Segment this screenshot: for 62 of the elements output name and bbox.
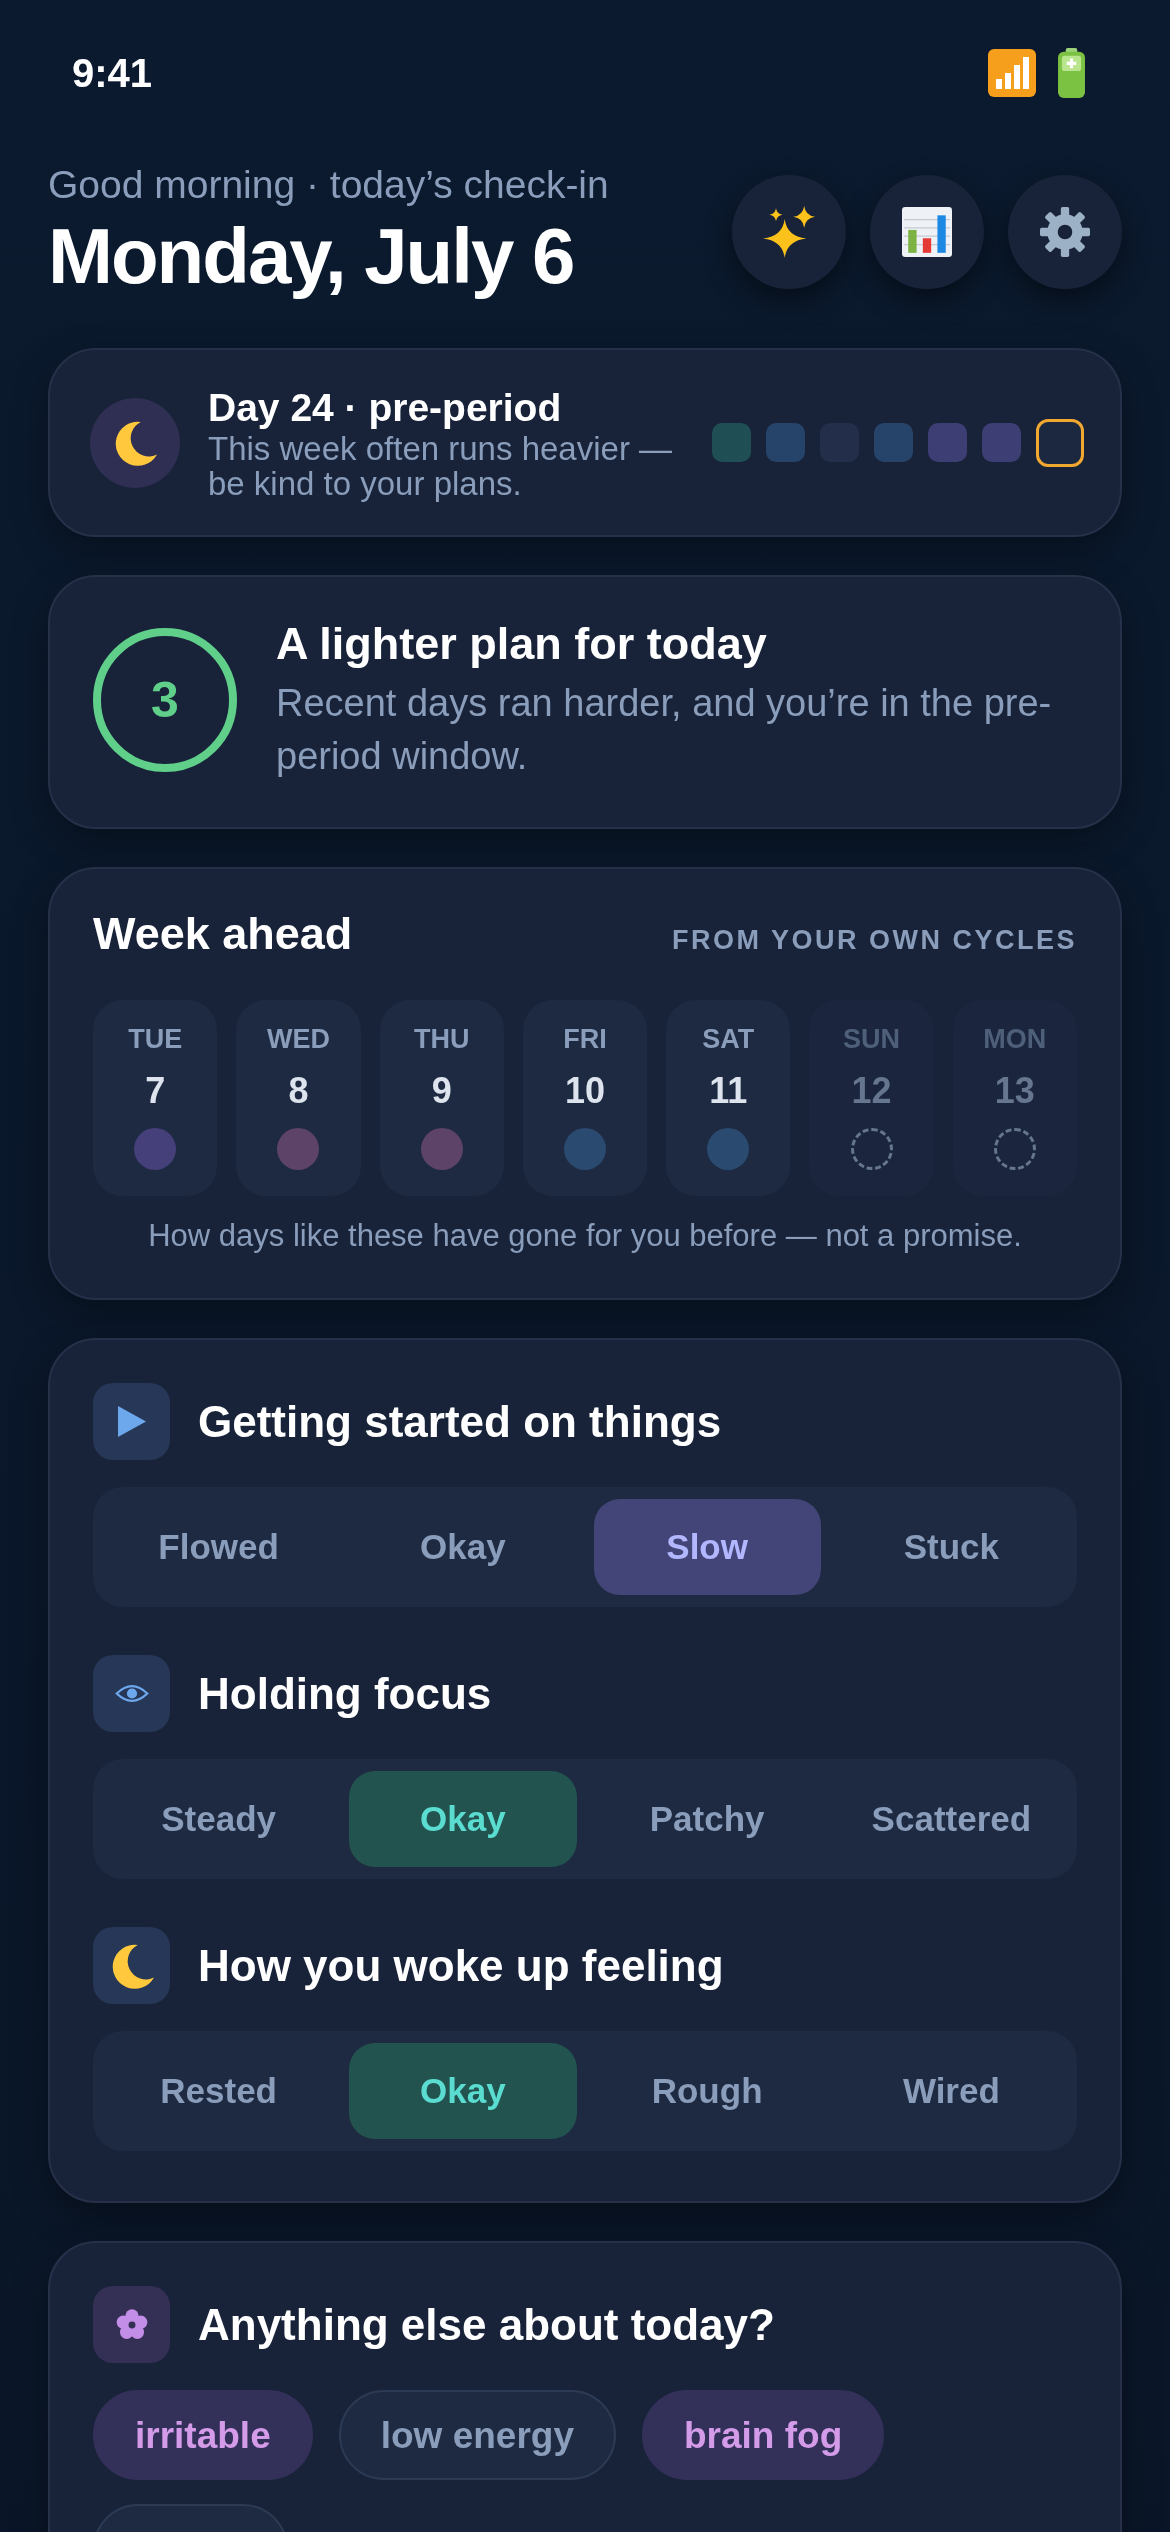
cycle-note: This week often runs heavier — be kind to your plans. [208, 430, 674, 501]
tag-chip[interactable]: irritable [93, 2390, 313, 2480]
weekday-label: THU [413, 1024, 470, 1055]
day-tile[interactable]: TUE 7 [93, 1000, 218, 1196]
day-tile[interactable]: THU 9 [379, 1000, 504, 1196]
answer-option[interactable]: Patchy [593, 1771, 821, 1867]
answer-option[interactable]: Flowed [105, 1499, 333, 1595]
question-title: Anything else about today? [198, 2299, 775, 2351]
day-tile[interactable]: FRI 10 [522, 1000, 648, 1196]
dashed-circle-icon [993, 1128, 1036, 1170]
weekday-label: MON [983, 1024, 1047, 1055]
answer-option[interactable]: Stuck [837, 1499, 1065, 1595]
cycle-title: Day 24 · pre-period [208, 384, 563, 431]
answer-option[interactable]: Wired [837, 2043, 1065, 2139]
date-label: 7 [145, 1070, 166, 1112]
date-label: 13 [994, 1070, 1035, 1112]
tag-chip[interactable]: low energy [338, 2390, 616, 2480]
weekday-label: SUN [843, 1024, 901, 1055]
answer-option[interactable]: Okay [349, 1771, 577, 1867]
date-label: 9 [431, 1070, 452, 1112]
day-tile[interactable]: WED 8 [236, 1000, 361, 1196]
settings-icon [1040, 206, 1090, 257]
eye-icon [93, 1655, 170, 1732]
answer-option[interactable]: Slow [593, 1499, 821, 1595]
section-title: Week ahead [93, 907, 353, 961]
flower-icon [93, 2286, 170, 2363]
answer-option[interactable]: Steady [105, 1771, 333, 1867]
answer-option[interactable]: Rough [593, 2043, 821, 2139]
answer-option[interactable]: Okay [349, 1499, 577, 1595]
plan-title: A lighter plan for today [276, 617, 768, 671]
plan-description: Recent days ran harder, and you’re in the pre-period window. [276, 681, 1053, 779]
weekday-label: SAT [702, 1024, 755, 1055]
sparkles-icon [763, 205, 815, 258]
weekday-label: TUE [128, 1024, 183, 1055]
battery-icon [1058, 48, 1085, 98]
day-tile[interactable]: MON 13 [952, 1000, 1077, 1196]
bar-chart-icon [902, 206, 952, 257]
weekday-label: WED [266, 1024, 330, 1055]
weekday-label: FRI [563, 1024, 607, 1055]
greeting-text: Good morning · today’s check-in [48, 162, 609, 208]
day-tile[interactable]: SUN 12 [809, 1000, 934, 1196]
status-time: 9:41 [72, 53, 153, 93]
answer-option[interactable]: Rested [105, 2043, 333, 2139]
date-title: Monday, July 6 [48, 211, 575, 302]
date-label: 11 [709, 1070, 748, 1112]
day-tile[interactable]: SAT 11 [666, 1000, 791, 1196]
play-icon [93, 1383, 170, 1460]
moon-icon [93, 1927, 170, 2004]
question-title: How you woke up feeling [198, 1940, 724, 1992]
question-title: Getting started on things [198, 1396, 722, 1448]
tag-chip[interactable]: brain fog [642, 2390, 885, 2480]
question-title: Holding focus [198, 1668, 492, 1720]
date-label: 8 [288, 1070, 309, 1112]
score-ring: 3 [93, 627, 237, 772]
date-label: 10 [564, 1070, 605, 1112]
dashed-circle-icon [850, 1128, 893, 1170]
date-label: 12 [851, 1070, 892, 1112]
footnote-text: How days like these have gone for you before — not a promise. [147, 1217, 1023, 1255]
answer-option[interactable]: Scattered [837, 1771, 1065, 1867]
answer-option[interactable]: Okay [349, 2043, 577, 2139]
signal-icon [988, 49, 1036, 97]
source-label: FROM YOUR OWN CYCLES [672, 927, 1077, 954]
